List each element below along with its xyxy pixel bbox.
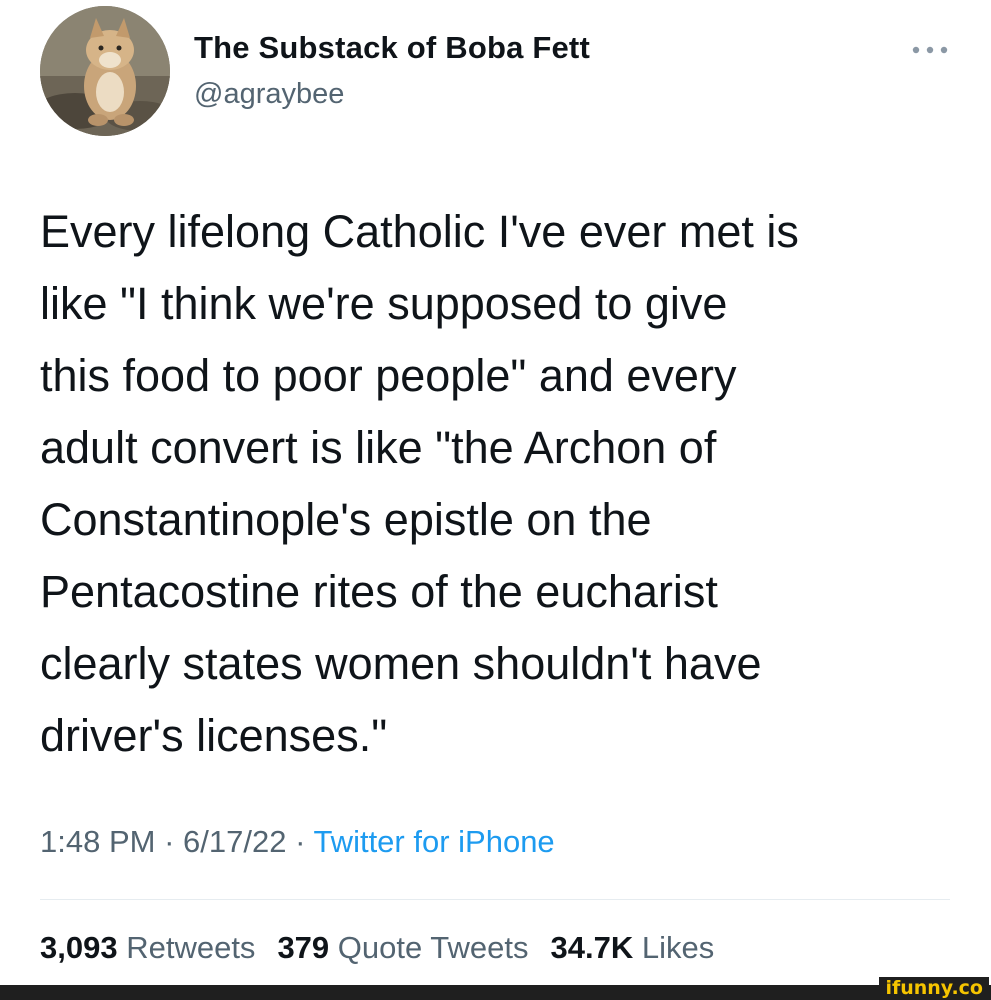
author-handle[interactable]: @agraybee (194, 78, 344, 111)
quote-tweets-label: Quote Tweets (337, 930, 529, 965)
tweet-stats: 3,093 Retweets 379 Quote Tweets 34.7K Like… (40, 930, 714, 966)
tweet-text-line: adult convert is like "the Archon of (40, 422, 717, 473)
more-options-button[interactable] (904, 38, 956, 62)
likes-stat[interactable]: 34.7K Likes (551, 930, 715, 965)
retweets-label: Retweets (126, 930, 256, 965)
likes-label: Likes (641, 930, 715, 965)
author-display-name[interactable]: The Substack of Boba Fett (194, 30, 590, 66)
likes-count: 34.7K (550, 930, 634, 965)
avatar[interactable] (40, 6, 170, 136)
tweet-date[interactable]: 6/17/22 (183, 824, 286, 859)
tweet-text-line: this food to poor people" and every (40, 350, 737, 401)
divider (40, 899, 950, 900)
tweet-text: Every lifelong Catholic I've ever met is… (40, 196, 960, 772)
more-horizontal-icon (912, 46, 948, 54)
retweets-count: 3,093 (40, 930, 118, 965)
meta-separator: · (155, 824, 184, 859)
tweet-text-line: driver's licenses." (40, 710, 388, 761)
ifunny-watermark: ifunny.co (879, 977, 989, 1000)
tweet-text-line: clearly states women shouldn't have (40, 638, 762, 689)
avatar-photo-fox (40, 6, 170, 136)
tweet-text-line: Constantinople's epistle on the (40, 494, 652, 545)
tweet-text-line: like "I think we're supposed to give (40, 278, 728, 329)
retweets-stat[interactable]: 3,093 Retweets (40, 930, 255, 965)
tweet-text-line: Pentacostine rites of the eucharist (40, 566, 718, 617)
tweet-metadata: 1:48 PM · 6/17/22 · Twitter for iPhone (40, 824, 555, 860)
watermark-bar (0, 985, 991, 1000)
tweet-text-line: Every lifelong Catholic I've ever met is (40, 206, 799, 257)
tweet-time[interactable]: 1:48 PM (40, 824, 155, 859)
quote-tweets-count: 379 (277, 930, 330, 965)
quote-tweets-stat[interactable]: 379 Quote Tweets (277, 930, 528, 965)
meta-separator: · (286, 824, 314, 859)
tweet-source-link[interactable]: Twitter for iPhone (313, 824, 554, 859)
